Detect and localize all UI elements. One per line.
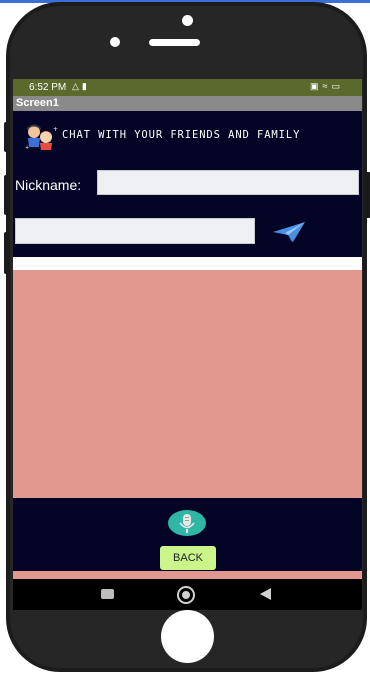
paper-plane-icon [273,222,305,242]
front-camera [182,15,193,26]
status-time: 6:52 PM [29,82,67,93]
screen-title: Screen1 [16,97,59,109]
home-button[interactable] [161,610,214,663]
battery-icon: ▭ [331,81,344,91]
back-button[interactable]: BACK [160,546,216,570]
side-button-left-1 [4,122,10,152]
send-button[interactable] [271,220,307,244]
side-button-right [365,172,370,218]
white-separator-bar [13,257,362,270]
voice-input-button[interactable] [168,510,206,536]
back-nav-icon[interactable] [260,588,271,600]
side-button-left-2 [4,175,10,215]
nickname-input[interactable] [97,170,359,195]
friends-logo-icon: + + [25,124,58,151]
video-icon: ▮ [81,81,90,91]
chat-messages-area [13,270,362,498]
cast-icon: ▣ [310,81,323,91]
proximity-sensor [110,37,120,47]
home-nav-icon[interactable] [177,586,195,604]
notification-icon: △ [72,81,82,91]
bottom-color-strip [13,571,362,579]
status-left-icons: △▮ [72,81,90,92]
svg-text:+: + [25,145,29,151]
recents-icon[interactable] [101,589,114,599]
side-button-left-3 [4,232,10,274]
status-bar: 6:52 PM △▮ ▣≈▭ [13,79,362,96]
microphone-icon [179,514,195,533]
message-input[interactable] [15,218,255,244]
app-screen: 6:52 PM △▮ ▣≈▭ Screen1 + + CHAT WITH YOU… [13,79,362,610]
nickname-label: Nickname: [15,177,82,193]
header-title: CHAT WITH YOUR FRIENDS AND FAMILY [62,129,301,141]
svg-text:+: + [53,126,58,133]
status-right-icons: ▣≈▭ [310,81,344,92]
app-title-bar: Screen1 [13,96,362,111]
earpiece-speaker [149,39,200,46]
android-nav-bar [13,579,362,610]
